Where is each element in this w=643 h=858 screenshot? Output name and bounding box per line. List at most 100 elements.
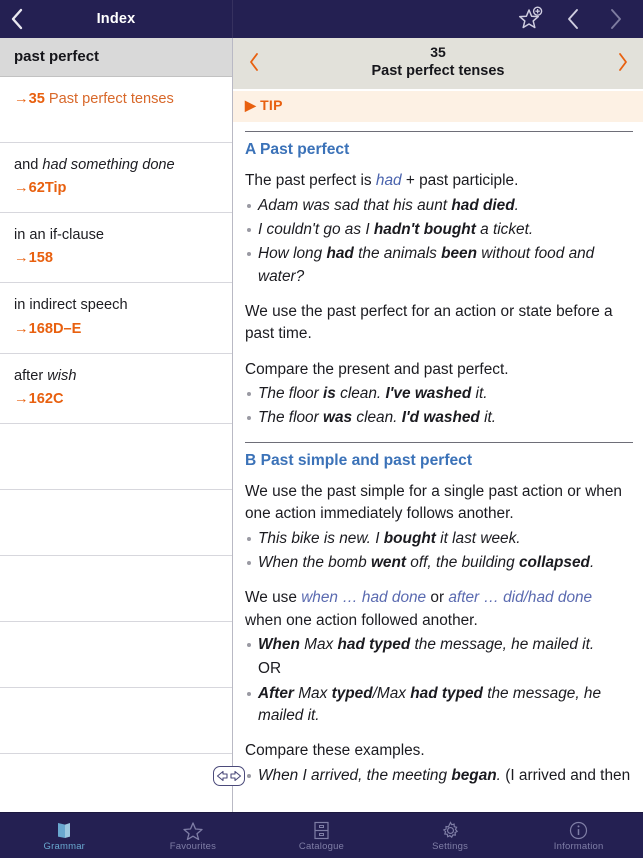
info-icon-glyph (570, 821, 588, 839)
sidebar-item-in-an-if-clause[interactable]: in an if-clause →158 (0, 213, 232, 284)
sidebar-item-empty[interactable] (0, 622, 232, 688)
drawers-icon-glyph (314, 821, 329, 839)
app-root: Index past perfect →35 Past perfect tens… (0, 0, 643, 858)
page-number: 35 (430, 44, 446, 60)
top-bar-right (233, 0, 643, 38)
example-item: This bike is new. I bought it last week. (245, 528, 633, 550)
section-b-compare-paragraph: Compare these examples. (245, 742, 425, 760)
tip-label: TIP (260, 96, 283, 113)
sidebar-resize-handle[interactable] (213, 766, 245, 786)
sidebar-item-title: in indirect speech (14, 297, 128, 314)
sidebar-item-past-perfect-tenses[interactable]: →35 Past perfect tenses (0, 77, 232, 143)
chevron-left-icon (567, 9, 578, 29)
article-body[interactable]: A Past perfect The past perfect is had +… (233, 122, 643, 812)
sidebar-item-had-something-done[interactable]: and had something done →62Tip (0, 143, 232, 214)
example-or-separator: OR (258, 660, 282, 678)
section-a-intro: The past perfect is had + past participl… (245, 170, 633, 192)
had-link[interactable]: had (376, 172, 402, 189)
section-divider (245, 130, 633, 132)
tip-marker-icon: ▶ (245, 96, 257, 113)
section-b-link-paragraph: We use when … had done or after … did/ha… (245, 587, 633, 632)
example-item: When Max had typed the message, he maile… (245, 634, 633, 656)
add-to-favourites-button[interactable] (511, 0, 551, 38)
chevron-right-icon (618, 52, 627, 71)
sidebar-item-empty[interactable] (0, 556, 232, 622)
section-b-examples-3: When I arrived, the meeting began. (I ar… (245, 765, 633, 787)
previous-page-button[interactable] (243, 52, 265, 72)
content-pane: 35 Past perfect tenses ▶ TIP A Past perfe… (233, 38, 643, 812)
sidebar-item-empty[interactable] (0, 688, 232, 754)
sidebar-item-line: →35 Past perfect tenses (14, 90, 218, 109)
link-text-3: when one action followed another. (245, 611, 478, 629)
intro-text-1: The past perfect is (245, 172, 376, 190)
example-item: After Max typed/Max had typed the messag… (245, 683, 633, 728)
tab-settings[interactable]: Settings (386, 813, 515, 858)
sidebar-item-title-plain: and (14, 157, 43, 173)
top-bar-left: Index (0, 0, 233, 38)
index-title: Index (96, 11, 136, 27)
tab-catalogue[interactable]: Catalogue (257, 813, 386, 858)
sidebar-item-title-italic: had something done (42, 157, 175, 173)
section-a-use-paragraph: We use the past perfect for an action or… (245, 302, 613, 343)
star-icon-glyph (183, 821, 203, 840)
sidebar-item-title: and had something done (14, 156, 218, 175)
section-b-examples-1: This bike is new. I bought it last week.… (245, 528, 633, 575)
sidebar-item-empty[interactable] (0, 754, 232, 812)
sidebar-item-after-wish[interactable]: after wish →162C (0, 354, 232, 424)
sidebar-header: past perfect (0, 38, 232, 77)
bottom-tab-bar: Grammar Favourites Catalogue Settings In… (0, 812, 643, 858)
tab-label: Information (553, 840, 604, 852)
gear-icon (441, 820, 460, 840)
section-a-examples-2: The floor is clean. I've washed it. The … (245, 383, 633, 430)
section-a-examples-1: Adam was sad that his aunt had died. I c… (245, 195, 633, 288)
section-a-compare-paragraph: Compare the present and past perfect. (245, 360, 509, 378)
chevron-left-icon (11, 8, 22, 30)
index-sidebar[interactable]: past perfect →35 Past perfect tenses and… (0, 38, 233, 812)
example-item: I couldn't go as I hadn't bought a ticke… (245, 219, 633, 241)
intro-text-2: + past participle. (401, 172, 519, 190)
tab-label: Settings (432, 840, 469, 852)
tab-label: Catalogue (298, 840, 345, 852)
chevron-left-icon (249, 52, 258, 71)
sidebar-item-empty[interactable] (0, 424, 232, 490)
book-icon-glyph (57, 822, 70, 838)
info-icon (569, 820, 588, 840)
page-subtitle: Past perfect tenses (371, 62, 505, 79)
link-text-2: or (426, 589, 449, 607)
book-icon (55, 820, 74, 840)
section-b-examples-2: When Max had typed the message, he maile… (245, 634, 633, 727)
after-did-had-done-link[interactable]: after … did/had done (448, 589, 592, 606)
resize-horizontal-icon (216, 770, 242, 782)
section-a-heading: A Past perfect (245, 140, 350, 158)
sidebar-item-title: after wish (14, 367, 218, 386)
next-page-button[interactable] (611, 52, 633, 72)
tab-grammar[interactable]: Grammar (0, 813, 129, 858)
gear-icon-glyph (442, 820, 458, 838)
example-item: When the bomb went off, the building col… (245, 552, 633, 574)
sidebar-item-in-indirect-speech[interactable]: in indirect speech →168D–E (0, 283, 232, 354)
back-button[interactable] (0, 0, 34, 38)
tab-label: Favourites (169, 840, 217, 852)
history-forward-button[interactable] (595, 0, 635, 38)
star-add-icon (518, 6, 542, 29)
sidebar-item-ref: →35 (14, 91, 45, 107)
tab-information[interactable]: Information (514, 813, 643, 858)
section-b-use-paragraph: We use the past simple for a single past… (245, 483, 622, 523)
section-divider (245, 441, 633, 443)
tip-bar[interactable]: ▶ TIP (233, 88, 643, 122)
sidebar-item-empty[interactable] (0, 490, 232, 556)
page-navigation-bar: 35 Past perfect tenses (233, 38, 643, 89)
page-heading: 35 Past perfect tenses (265, 44, 611, 80)
tab-favourites[interactable]: Favourites (129, 813, 258, 858)
section-b-heading: B Past simple and past perfect (245, 451, 473, 469)
example-item: The floor was clean. I'd washed it. (245, 407, 633, 429)
sidebar-item-label: Past perfect tenses (48, 91, 174, 107)
link-text-1: We use (245, 589, 302, 607)
history-back-button[interactable] (553, 0, 593, 38)
body: past perfect →35 Past perfect tenses and… (0, 38, 643, 812)
example-item: The floor is clean. I've washed it. (245, 383, 633, 405)
when-had-done-link[interactable]: when … had done (301, 589, 426, 606)
chevron-right-icon (610, 9, 621, 29)
tab-label: Grammar (43, 840, 86, 852)
example-item: When I arrived, the meeting began. (I ar… (245, 765, 633, 787)
